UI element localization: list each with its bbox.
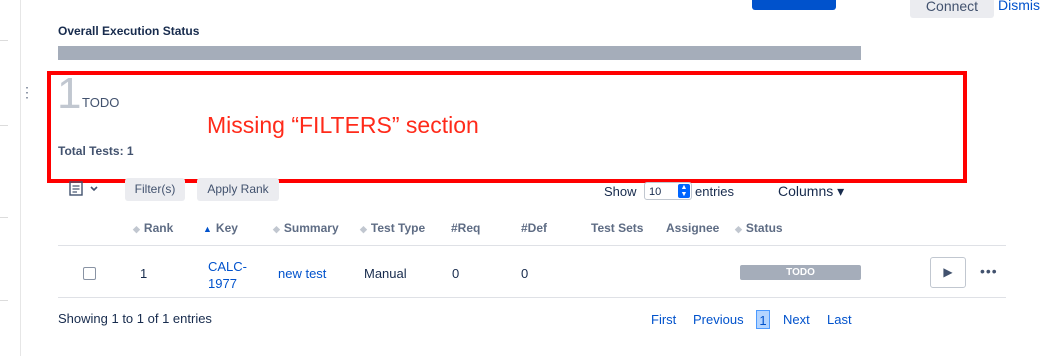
col-header-test-type[interactable]: ◆ Test Type [360, 221, 425, 235]
key-line: CALC- [208, 259, 248, 274]
more-actions-icon[interactable]: ••• [980, 263, 998, 279]
filters-button[interactable]: Filter(s) [125, 178, 185, 201]
apply-rank-button[interactable]: Apply Rank [197, 178, 279, 201]
header-divider [58, 245, 1006, 246]
col-header-req[interactable]: #Req [451, 221, 480, 235]
entries-label: entries [695, 184, 735, 199]
sort-icon: ◆ [133, 224, 140, 234]
select-spinner-icon: ▲ ▼ [678, 184, 690, 198]
run-test-button[interactable]: ▶ [930, 257, 966, 288]
columns-dropdown[interactable]: Columns ▾ [778, 183, 844, 200]
execution-progress-bar [58, 46, 861, 60]
annotation-highlight-box [47, 71, 967, 183]
play-icon: ▶ [943, 265, 953, 279]
left-rail [0, 0, 21, 356]
annotation-text: Missing “FILTERS” section [207, 112, 479, 138]
col-header-def[interactable]: #Def [521, 221, 547, 235]
col-header-test-sets[interactable]: Test Sets [591, 221, 643, 235]
execution-status-title: Overall Execution Status [58, 24, 200, 38]
show-label: Show [604, 184, 637, 199]
cell-key-link[interactable]: CALC- 1977 [208, 258, 247, 292]
col-header-assignee[interactable]: Assignee [666, 221, 719, 235]
rail-divider [0, 40, 8, 41]
drag-handle-icon[interactable]: ⋮ [20, 85, 34, 99]
sort-icon: ◆ [273, 224, 280, 234]
sort-icon: ◆ [360, 224, 367, 234]
col-header-status[interactable]: ◆ Status [735, 221, 783, 235]
col-header-summary[interactable]: ◆ Summary [273, 221, 339, 235]
row-divider [58, 297, 1006, 298]
top-primary-button[interactable] [752, 0, 836, 10]
rail-divider [0, 125, 8, 126]
page-size-value: 10 [649, 186, 662, 198]
pager-first[interactable]: First [651, 312, 676, 327]
sort-icon: ◆ [735, 224, 742, 234]
rail-divider [0, 217, 8, 218]
pager-current-page[interactable]: 1 [756, 310, 770, 329]
cell-req: 0 [452, 266, 460, 281]
cell-summary-link[interactable]: new test [278, 266, 326, 281]
dismiss-link[interactable]: Dismis [998, 0, 1040, 13]
connect-button[interactable]: Connect [910, 0, 994, 18]
row-checkbox[interactable] [83, 267, 96, 280]
cell-rank: 1 [140, 266, 148, 281]
pager-previous[interactable]: Previous [693, 312, 744, 327]
pager-next[interactable]: Next [783, 312, 810, 327]
cell-def: 0 [521, 266, 529, 281]
pager-last[interactable]: Last [827, 312, 852, 327]
status-badge: TODO [740, 265, 861, 280]
page-size-select[interactable]: 10 ▲ ▼ [644, 182, 692, 200]
col-header-key[interactable]: ▲ Key [203, 221, 238, 235]
column-view-toggle-icon[interactable] [68, 180, 100, 198]
cell-test-type: Manual [364, 266, 407, 281]
col-header-rank[interactable]: ◆ Rank [133, 221, 173, 235]
sort-asc-icon: ▲ [203, 224, 212, 234]
key-line: 1977 [208, 276, 237, 291]
rail-divider [0, 300, 8, 301]
entries-info: Showing 1 to 1 of 1 entries [58, 311, 212, 326]
